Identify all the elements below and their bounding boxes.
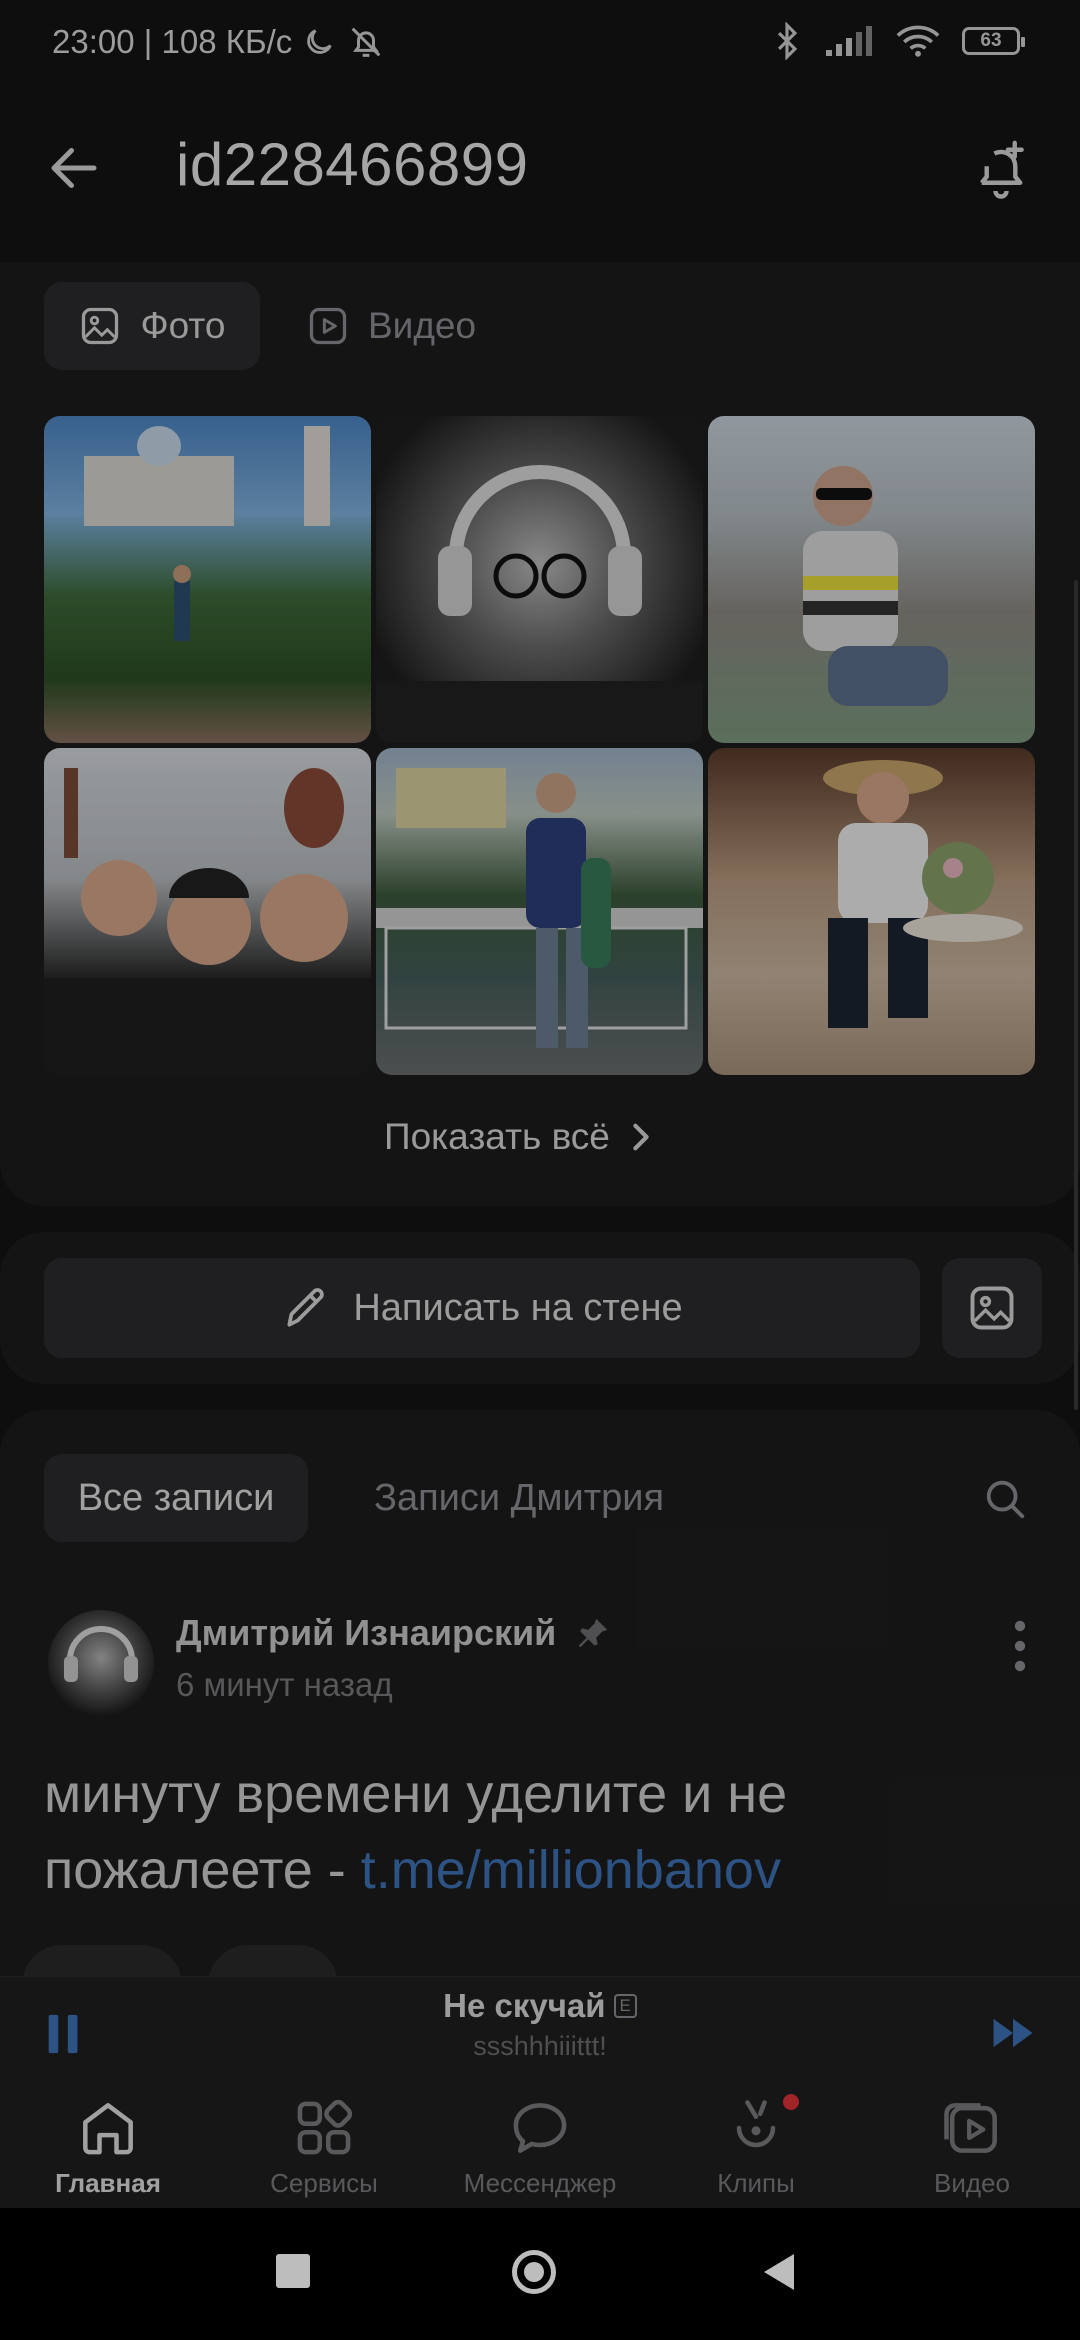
track-info: Не скучай E ssshhhiiittt! — [0, 1987, 1080, 2062]
photo-thumbnail[interactable] — [708, 748, 1035, 1075]
clips-icon — [736, 2100, 776, 2148]
silent-bell-icon — [351, 27, 381, 57]
show-all-photos-button[interactable]: Показать всё — [384, 1116, 654, 1158]
track-artist: ssshhhiiittt! — [473, 2031, 607, 2061]
subscribe-notifications-button[interactable] — [968, 136, 1038, 206]
post-header: Дмитрий Изнаирский — [176, 1612, 612, 1654]
photo-thumbnail[interactable] — [44, 748, 371, 1075]
wifi-icon — [896, 25, 940, 57]
photo-icon — [82, 307, 119, 345]
post-text: минуту времени уделите и не пожалеете - … — [44, 1756, 1004, 1908]
back-arrow-icon — [51, 148, 97, 188]
bottom-navigation: Главная Сервисы Мессенджер Клипы Видео — [0, 2094, 1080, 2208]
photo-thumbnail[interactable] — [708, 416, 1035, 743]
avatar[interactable] — [48, 1610, 154, 1716]
status-bar: 23:00 | 108 КБ/с 63 — [0, 0, 1080, 90]
bell-plus-icon — [980, 140, 1024, 199]
moon-icon — [307, 29, 332, 54]
pin-icon — [579, 1618, 608, 1648]
tab-owner-posts[interactable]: Записи Дмитрия — [374, 1454, 664, 1542]
nav-label: Клипы — [717, 2168, 795, 2198]
nav-label: Сервисы — [270, 2168, 378, 2198]
post-author[interactable]: Дмитрий Изнаирский — [176, 1612, 556, 1654]
tab-all-posts-label: Все записи — [77, 1476, 275, 1519]
nav-item-services[interactable]: Сервисы — [224, 2094, 424, 2199]
triangle-back-icon — [764, 2254, 794, 2290]
clips-notification-dot — [783, 2094, 799, 2110]
recents-button[interactable] — [276, 2254, 310, 2288]
status-time-speed: 23:00 | 108 КБ/с — [52, 23, 293, 60]
chevron-right-icon — [633, 1123, 649, 1151]
fast-forward-icon — [993, 2018, 1033, 2048]
video-icon — [309, 307, 347, 345]
tab-photos-label: Фото — [140, 305, 226, 346]
home-system-button[interactable] — [512, 2250, 556, 2294]
back-button[interactable] — [44, 138, 114, 198]
scrollbar[interactable] — [1074, 580, 1078, 1410]
battery-indicator: 63 — [962, 27, 1025, 55]
search-posts-button[interactable] — [982, 1476, 1032, 1526]
track-title: Не скучай — [443, 1987, 606, 2024]
search-icon — [986, 1480, 1025, 1519]
photo-icon — [970, 1286, 1014, 1330]
status-left: 23:00 | 108 КБ/с — [52, 22, 386, 62]
write-on-wall-label: Написать на стене — [353, 1286, 683, 1329]
tab-videos-label: Видео — [368, 305, 477, 346]
tab-all-posts[interactable]: Все записи — [44, 1454, 308, 1542]
photos-card: Фото Видео Показать всё — [0, 262, 1080, 1206]
wall-compose-card: Написать на стене — [0, 1232, 1080, 1384]
more-vertical-icon — [1014, 1620, 1026, 1672]
mini-player[interactable]: Не скучай E ssshhhiiittt! — [0, 1976, 1080, 2095]
tab-photos[interactable]: Фото — [44, 282, 260, 370]
nav-item-home[interactable]: Главная — [8, 2094, 208, 2199]
messenger-icon — [513, 2103, 567, 2153]
nav-label: Мессенджер — [463, 2168, 617, 2198]
explicit-badge: E — [613, 1994, 637, 2018]
post-time: 6 минут назад — [176, 1666, 393, 1703]
status-right: 63 — [772, 22, 1025, 60]
next-track-button[interactable] — [990, 2015, 1040, 2055]
post-more-button[interactable] — [1000, 1616, 1040, 1676]
write-on-wall-button[interactable]: Написать на стене — [44, 1258, 920, 1358]
signal-icon — [826, 26, 872, 56]
tab-owner-posts-label: Записи Дмитрия — [374, 1476, 665, 1519]
services-icon — [297, 2099, 353, 2155]
home-icon — [83, 2103, 133, 2155]
photo-thumbnail[interactable] — [376, 748, 703, 1075]
photo-thumbnail[interactable] — [44, 416, 371, 743]
nav-item-clips[interactable]: Клипы — [656, 2094, 856, 2199]
pencil-icon — [287, 1288, 325, 1327]
nav-label: Видео — [934, 2168, 1010, 2198]
photo-thumbnail[interactable] — [376, 416, 703, 743]
feed-card: Все записи Записи Дмитрия Дмитрий Изнаир… — [0, 1410, 1080, 2050]
nav-item-messenger[interactable]: Мессенджер — [440, 2094, 640, 2199]
tab-videos[interactable]: Видео — [306, 282, 476, 370]
attach-photo-button[interactable] — [942, 1258, 1042, 1358]
back-system-button[interactable] — [760, 2252, 796, 2297]
video-icon — [944, 2103, 997, 2153]
bluetooth-icon — [777, 22, 798, 60]
show-all-label: Показать всё — [384, 1116, 610, 1157]
system-navigation-bar — [0, 2208, 1080, 2340]
nav-item-video[interactable]: Видео — [872, 2094, 1072, 2199]
post-link[interactable]: t.me/millionbanov — [361, 1840, 781, 1900]
page-title: id228466899 — [176, 131, 529, 198]
nav-label: Главная — [55, 2168, 161, 2198]
